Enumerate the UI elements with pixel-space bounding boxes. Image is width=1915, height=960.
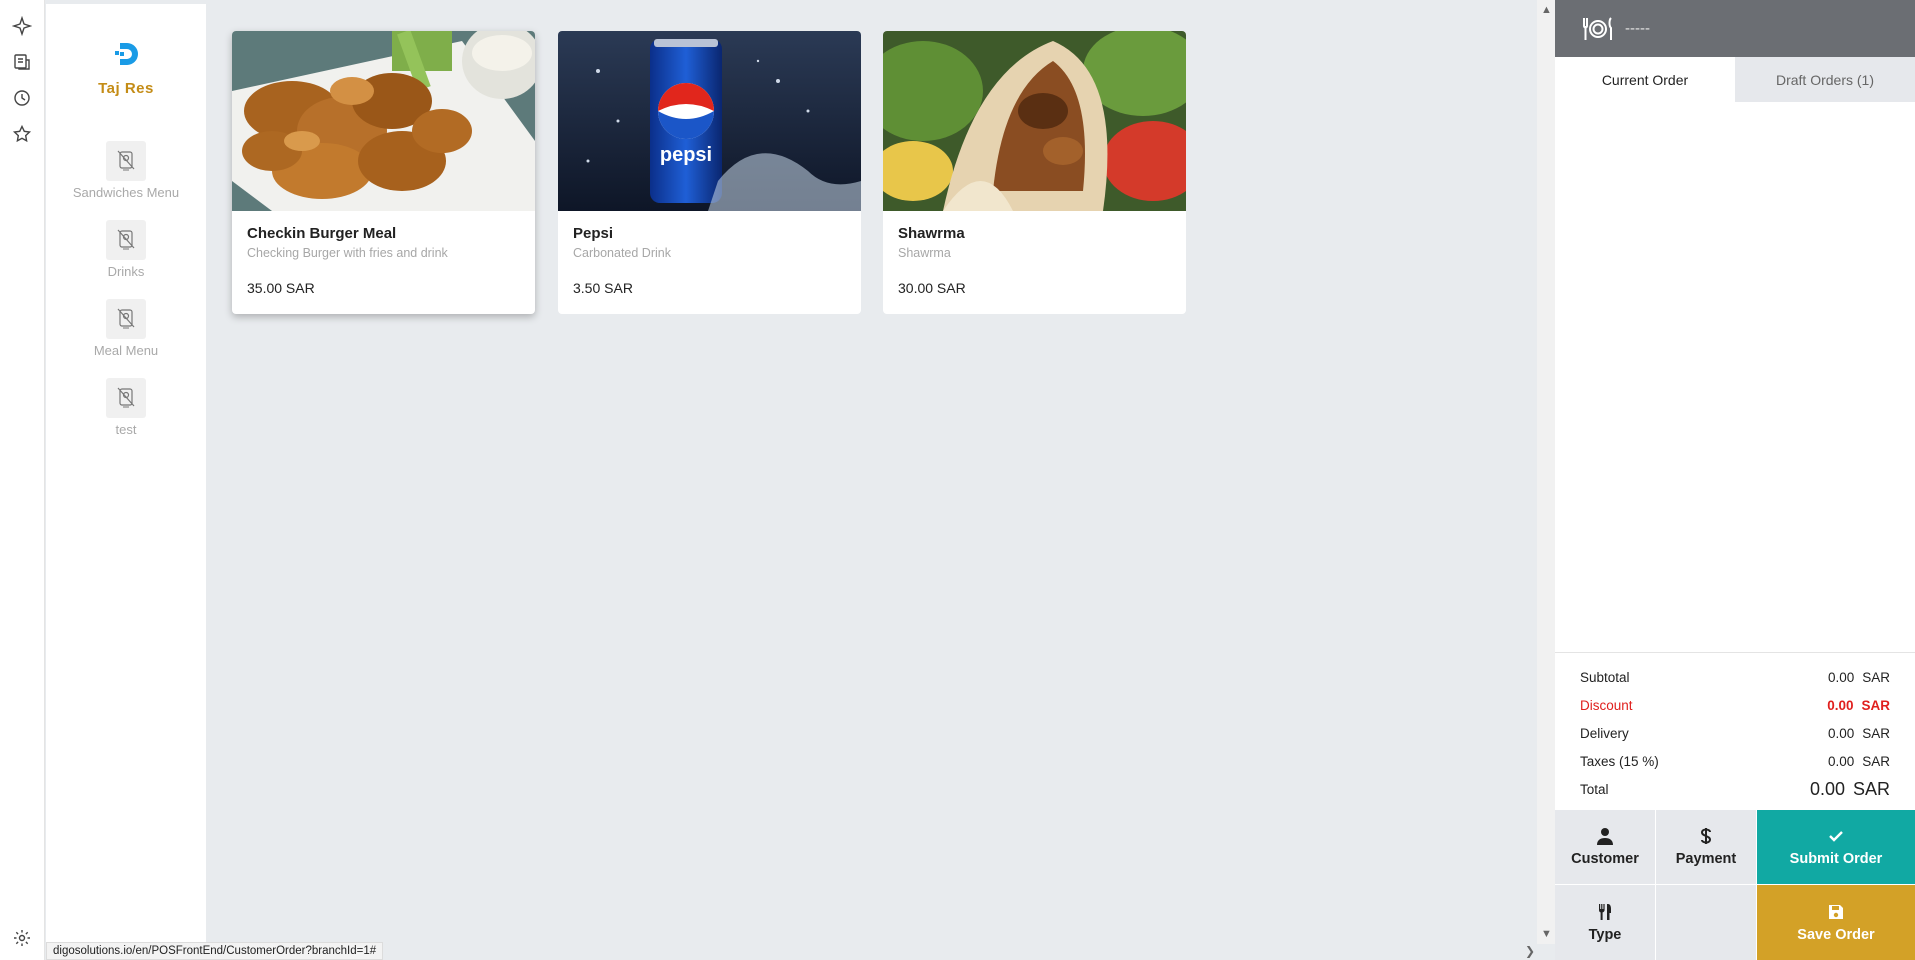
taxes-label: Taxes (15 %) [1580,753,1659,769]
brand: Taj Res [46,38,206,97]
product-price: 30.00 SAR [898,280,966,296]
no-image-icon [106,378,146,418]
category-drinks[interactable]: Drinks [46,220,206,279]
delivery-value: 0.00 [1827,725,1855,741]
sparkle-icon[interactable] [11,15,33,37]
user-icon [1597,828,1613,845]
subtotal-currency: SAR [1862,669,1890,685]
scroll-down-arrow-icon[interactable]: ▼ [1541,928,1552,940]
product-description: Carbonated Drink [573,246,671,260]
tab-draft-orders[interactable]: Draft Orders (1) [1735,57,1915,102]
category-label: Meal Menu [93,343,159,358]
history-icon[interactable] [12,88,32,108]
save-order-label: Save Order [1797,926,1875,943]
favorites-star-icon[interactable] [12,124,32,144]
category-label: test [115,422,137,437]
status-bar-url: digosolutions.io/en/POSFrontEnd/Customer… [46,942,384,960]
discount-label: Discount [1580,697,1633,713]
subtotal-row: Subtotal 0.00 SAR [1580,663,1890,691]
discount-row[interactable]: Discount 0.00 SAR [1580,691,1890,719]
product-description: Shawrma [898,246,951,260]
no-image-icon [106,141,146,181]
settings-gear-icon[interactable] [12,928,32,948]
taxes-currency: SAR [1862,753,1890,769]
total-row: Total 0.00 SAR [1580,775,1890,803]
delivery-currency: SAR [1862,725,1890,741]
dollar-icon [1700,828,1712,844]
product-name: Shawrma [898,225,965,242]
order-panel: ----- Current Order Draft Orders (1) Sub… [1555,0,1915,960]
collections-icon[interactable] [12,52,32,72]
product-price: 3.50 SAR [573,280,633,296]
product-card-pepsi[interactable]: pepsi Pepsi Carbonated Drink 3.50 SAR [558,31,861,314]
browser-side-rail [0,0,45,960]
svg-text:pepsi: pepsi [660,144,712,166]
product-price: 35.00 SAR [247,280,315,296]
product-card-shawrma[interactable]: Shawrma Shawrma 30.00 SAR [883,31,1186,314]
taxes-row: Taxes (15 %) 0.00 SAR [1580,747,1890,775]
category-test[interactable]: test [46,378,206,437]
total-currency: SAR [1852,778,1890,799]
type-label: Type [1588,926,1622,943]
check-icon [1829,831,1843,842]
total-label: Total [1580,781,1609,797]
total-value: 0.00 [1809,778,1845,799]
payment-button[interactable]: Payment [1656,810,1756,884]
vertical-scrollbar[interactable]: ▲ ▼ [1537,0,1555,944]
order-tabs: Current Order Draft Orders (1) [1555,57,1915,102]
discount-currency: SAR [1861,697,1890,713]
delivery-row: Delivery 0.00 SAR [1580,719,1890,747]
taxes-value: 0.00 [1827,753,1855,769]
category-label: Sandwiches Menu [72,185,180,200]
submit-order-button[interactable]: Submit Order [1757,810,1915,884]
save-order-button[interactable]: Save Order [1757,885,1915,960]
delivery-label: Delivery [1580,725,1629,741]
save-disk-icon [1829,904,1843,919]
submit-order-label: Submit Order [1789,851,1883,867]
category-label: Drinks [107,264,145,279]
subtotal-value: 0.00 [1827,669,1855,685]
product-image-pepsi-can: pepsi [558,31,861,211]
cutlery-plate-icon [1583,16,1612,40]
tab-current-order[interactable]: Current Order [1555,57,1735,102]
order-header: ----- [1555,0,1915,57]
order-type-button[interactable]: Type [1555,885,1655,960]
product-description: Checking Burger with fries and drink [247,246,448,260]
product-grid: Checkin Burger Meal Checking Burger with… [208,4,1538,944]
no-image-icon [106,220,146,260]
product-name: Pepsi [573,225,614,242]
product-name: Checkin Burger Meal [247,225,397,242]
category-meal-menu[interactable]: Meal Menu [46,299,206,358]
category-sidebar: Taj Res Sandwiches Menu Drinks Meal Menu… [46,4,206,944]
product-image-shawrma-wrap [883,31,1186,211]
utensils-icon [1599,903,1611,920]
empty-action-slot [1656,885,1756,960]
customer-button[interactable]: Customer [1555,810,1655,884]
product-card-chicken-burger-meal[interactable]: Checkin Burger Meal Checking Burger with… [232,31,535,314]
scroll-right-arrow-icon[interactable]: ❯ [1525,944,1535,958]
no-image-icon [106,299,146,339]
brand-name: Taj Res [98,80,154,97]
discount-value: 0.00 [1827,697,1854,713]
subtotal-label: Subtotal [1580,669,1630,685]
category-sandwiches-menu[interactable]: Sandwiches Menu [46,141,206,200]
payment-label: Payment [1675,851,1737,867]
customer-label: Customer [1571,851,1639,867]
table-label: ----- [1625,20,1650,37]
scroll-up-arrow-icon[interactable]: ▲ [1541,4,1552,16]
order-items-list [1555,102,1915,652]
order-actions: Customer Payment Submit Order Type Save … [1555,810,1915,960]
brand-logo-icon [115,43,138,65]
order-totals: Subtotal 0.00 SAR Discount 0.00 SAR Delive… [1555,652,1915,803]
product-image-chicken-wings [232,31,535,211]
